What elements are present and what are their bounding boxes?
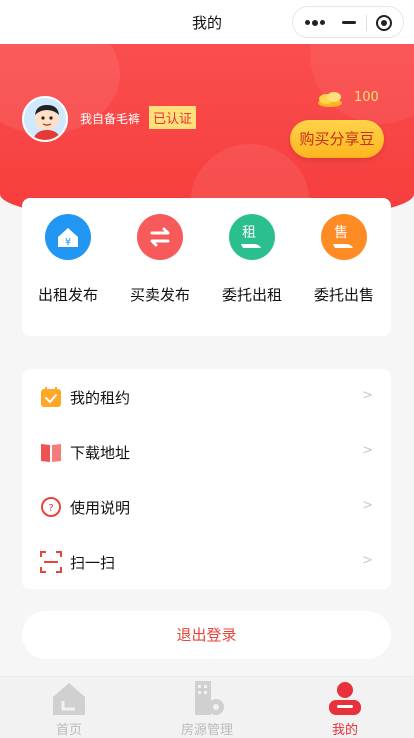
- avatar[interactable]: [22, 96, 68, 142]
- logout-button[interactable]: 退出登录: [22, 611, 391, 659]
- hand-sale-icon: 售: [321, 214, 367, 260]
- menu-item-my-lease[interactable]: 我的租约 >: [22, 369, 391, 424]
- svg-text:售: 售: [334, 225, 348, 241]
- user-nickname: 我自备毛裤: [80, 112, 141, 126]
- quick-action-label: 买卖发布: [129, 286, 190, 304]
- quick-action-sale-post[interactable]: 买卖发布: [115, 214, 205, 305]
- menu-item-label: 使用说明: [70, 499, 131, 517]
- minimize-icon[interactable]: [342, 21, 356, 24]
- scan-icon: [40, 551, 62, 573]
- navigation-bar: 我的: [0, 0, 414, 44]
- chevron-right-icon: >: [362, 388, 373, 403]
- menu-item-scan[interactable]: 扫一扫 >: [22, 534, 391, 589]
- user-icon: [325, 679, 365, 717]
- tab-home[interactable]: 首页: [0, 677, 138, 738]
- coin-icon: [315, 88, 345, 108]
- house-yen-icon: ¥: [45, 214, 91, 260]
- coin-balance: 100: [354, 90, 379, 105]
- svg-text:租: 租: [242, 225, 256, 241]
- book-icon: [40, 441, 62, 463]
- tab-mine[interactable]: 我的: [276, 677, 414, 738]
- tab-property-management[interactable]: 房源管理: [138, 677, 276, 738]
- chevron-right-icon: >: [362, 443, 373, 458]
- chevron-right-icon: >: [362, 553, 373, 568]
- svg-text:¥: ¥: [65, 237, 71, 248]
- buy-coins-button[interactable]: 购买分享豆: [290, 120, 384, 158]
- menu-item-label: 下载地址: [70, 444, 131, 462]
- tab-label: 首页: [55, 723, 82, 738]
- quick-action-label: 委托出租: [221, 286, 282, 304]
- quick-action-entrust-rent[interactable]: 租 委托出租: [207, 214, 297, 305]
- quick-action-label: 委托出售: [313, 286, 374, 304]
- menu-item-label: 扫一扫: [70, 554, 116, 572]
- home-icon: [49, 679, 89, 717]
- quick-action-label: 出租发布: [37, 286, 98, 304]
- decor-bubble: [310, 44, 414, 124]
- quick-actions-card: ¥ 出租发布 买卖发布 租 委托出租 售 委托出售: [22, 198, 391, 336]
- menu-item-download[interactable]: 下载地址 >: [22, 424, 391, 479]
- tab-bar: 首页 房源管理 我的: [0, 676, 414, 738]
- more-icon[interactable]: [305, 19, 325, 26]
- mini-program-capsule: [292, 6, 404, 38]
- calendar-check-icon: [40, 386, 62, 408]
- close-target-icon[interactable]: [376, 15, 392, 31]
- profile-header: 我自备毛裤 已认证 100 购买分享豆: [0, 44, 414, 224]
- quick-action-rent-post[interactable]: ¥ 出租发布: [23, 214, 113, 305]
- swap-arrows-icon: [137, 214, 183, 260]
- help-circle-icon: ?: [40, 496, 62, 518]
- menu-item-label: 我的租约: [70, 389, 131, 407]
- tab-label: 房源管理: [180, 723, 233, 738]
- verified-badge: 已认证: [149, 106, 197, 129]
- menu-item-instructions[interactable]: ? 使用说明 >: [22, 479, 391, 534]
- quick-action-entrust-sale[interactable]: 售 委托出售: [299, 214, 389, 305]
- tab-label: 我的: [331, 723, 358, 738]
- svg-text:?: ?: [48, 503, 53, 514]
- chevron-right-icon: >: [362, 498, 373, 513]
- menu-card: 我的租约 > 下载地址 > ? 使用说明 > 扫一扫 >: [22, 369, 391, 589]
- hand-rent-icon: 租: [229, 214, 275, 260]
- capsule-divider: [366, 15, 367, 31]
- building-gear-icon: [187, 679, 227, 717]
